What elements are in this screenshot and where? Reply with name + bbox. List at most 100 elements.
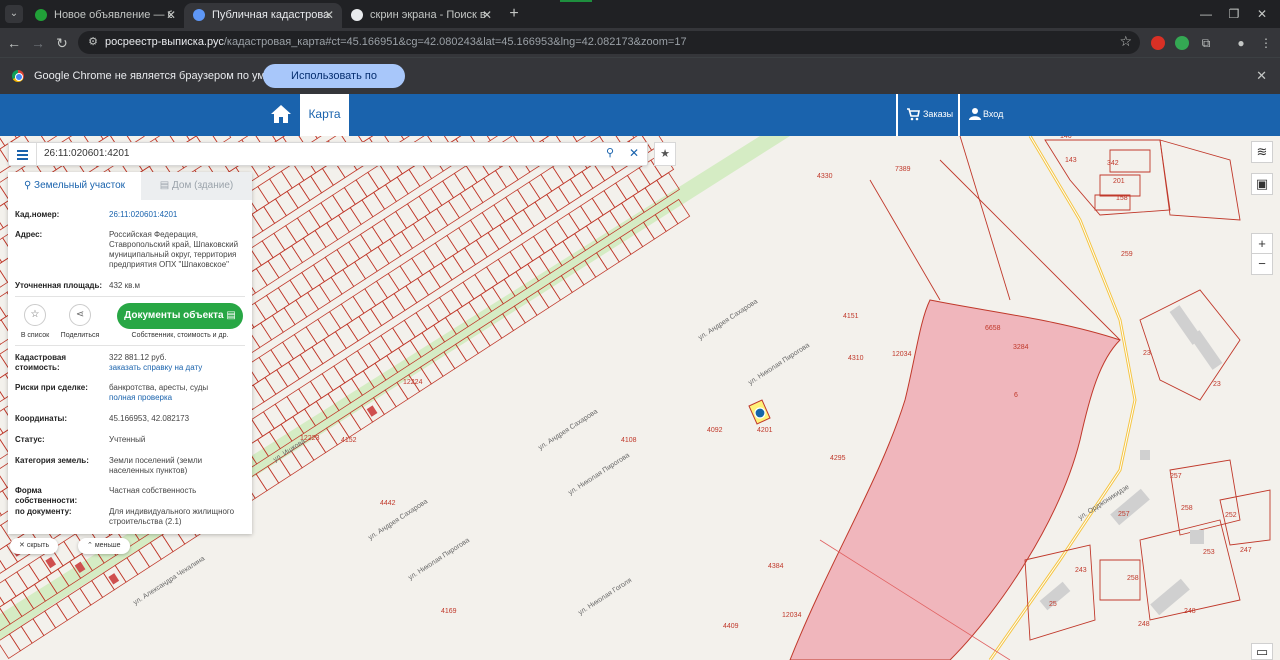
profile-icon[interactable]: ● (1233, 35, 1249, 51)
parcel-label: 258 (1127, 575, 1139, 582)
location-marker (754, 407, 766, 419)
parcel-label: 25 (1049, 601, 1057, 608)
user-icon[interactable] (968, 107, 982, 121)
chrome-menu-icon[interactable]: ⋮ (1258, 35, 1274, 51)
parcel-label: 143 (1065, 157, 1077, 164)
close-icon[interactable]: ✕ (166, 3, 176, 27)
cad-number-link[interactable]: 26:11:020601:4201 (109, 210, 247, 220)
nav-map[interactable]: Карта (300, 94, 349, 136)
parcel-label: 23 (1213, 381, 1221, 388)
panel-tabs: ⚲ Земельный участок ▤ Дом (здание) (8, 172, 252, 200)
order-certificate-link[interactable]: заказать справку на дату (109, 363, 202, 372)
site-info-icon[interactable]: ⚙ (86, 35, 100, 49)
documents-subtitle: Собственник, стоимость и др. (131, 332, 229, 339)
close-icon[interactable]: ✕ (324, 3, 334, 27)
parcel-label: 3284 (1013, 344, 1029, 351)
parcel-label: 257 (1170, 473, 1182, 480)
ruler-icon[interactable]: ▭ (1251, 643, 1273, 660)
tab-google-search[interactable]: скрин экрана - Поиск в Google ✕ (342, 3, 500, 28)
parcel-label: 4092 (707, 427, 723, 434)
restore-icon[interactable]: ❐ (1224, 5, 1244, 23)
new-tab-button[interactable]: + (504, 4, 524, 24)
tab-land-plot[interactable]: ⚲ Земельный участок (8, 172, 141, 200)
clear-search-icon[interactable]: ✕ (627, 146, 641, 160)
hide-panel-button[interactable]: ✕ скрыть (10, 538, 59, 554)
tab-search-button[interactable]: ⌄ (5, 5, 23, 23)
tab-title: Новое объявление — Объявления (54, 9, 172, 21)
chrome-logo-icon (12, 70, 24, 82)
parcel-label: 4169 (441, 608, 457, 615)
google-icon (351, 9, 363, 21)
forward-icon[interactable]: → (28, 33, 48, 53)
tab-new-listing[interactable]: Новое объявление — Объявления ✕ (26, 3, 184, 28)
parcel-label: 201 (1113, 178, 1125, 185)
browser-tabstrip: ⌄ Новое объявление — Объявления ✕ Публич… (0, 0, 1280, 28)
parcel-label: 4409 (723, 623, 739, 630)
parcel-label: 4295 (830, 455, 846, 462)
parcel-label: 4384 (768, 563, 784, 570)
extension-icon[interactable] (1175, 36, 1189, 50)
search-icon[interactable]: ⚲ (603, 146, 617, 160)
divider (15, 296, 245, 297)
site-header: Карта Заказы Вход (0, 94, 1280, 136)
browser-toolbar: ← → ↻ ⚙ росреестр-выписка.рус/кадастрова… (0, 28, 1280, 57)
parcel-label: 252 (1225, 512, 1237, 519)
full-check-link[interactable]: полная проверка (109, 393, 172, 402)
parcel-label: 257 (1118, 511, 1130, 518)
layers-icon[interactable]: ≋ (1251, 141, 1273, 163)
tab-title: Публичная кадастровая карта (212, 9, 330, 21)
parcel-label: 243 (1075, 567, 1087, 574)
parcel-label: 6658 (985, 325, 1001, 332)
less-button[interactable]: ⌃ меньше (78, 538, 130, 554)
infobar-close-icon[interactable]: ✕ (1256, 58, 1267, 94)
basemap-icon[interactable]: ▣ (1251, 173, 1273, 195)
close-icon[interactable]: ✕ (482, 3, 492, 27)
back-icon[interactable]: ← (4, 33, 24, 53)
nav-orders[interactable]: Заказы (923, 94, 953, 134)
extensions-puzzle-icon[interactable]: ⧉ (1198, 35, 1214, 51)
parcel-label: 146 (1060, 136, 1072, 140)
favorites-star-button[interactable]: ★ (654, 142, 676, 166)
parcel-label: 258 (1181, 505, 1193, 512)
download-indicator (560, 0, 592, 2)
reload-icon[interactable]: ↻ (52, 33, 72, 53)
search-bar: 26:11:020601:4201 ⚲ ✕ (8, 142, 648, 166)
star-icon: ☆ (24, 304, 46, 326)
parcel-label: 6 (1014, 392, 1018, 399)
parcel-label: 4201 (757, 427, 773, 434)
parcel-label: 12034 (892, 351, 912, 358)
add-to-list-button[interactable]: ☆ В список (10, 304, 60, 339)
home-icon[interactable] (270, 104, 292, 124)
nav-login[interactable]: Вход (983, 94, 1003, 134)
parcel-label: 12224 (403, 379, 423, 386)
tab-favicon (193, 9, 205, 21)
share-button[interactable]: ⋖ Поделиться (55, 304, 105, 339)
parcel-label: 253 (1203, 549, 1215, 556)
extension-icon[interactable] (1151, 36, 1165, 50)
zoom-out-button[interactable]: − (1251, 253, 1273, 275)
bookmark-star-icon[interactable]: ☆ (1119, 33, 1132, 50)
menu-icon[interactable] (9, 143, 37, 165)
parcel-label: 259 (1121, 251, 1133, 258)
parcel-label: 4152 (341, 437, 357, 444)
parcel-label: 4108 (621, 437, 637, 444)
parcel-label: 248 (1184, 608, 1196, 615)
header-divider (958, 94, 960, 136)
cart-icon[interactable] (906, 107, 920, 121)
parcel-label: 23 (1143, 350, 1151, 357)
tab-building[interactable]: ▤ Дом (здание) (141, 172, 252, 200)
documents-button[interactable]: Документы объекта ▤ (117, 303, 243, 329)
zoom-in-button[interactable]: + (1251, 233, 1273, 255)
parcel-label: 4151 (843, 313, 859, 320)
address-bar[interactable]: ⚙ росреестр-выписка.рус/кадастровая_карт… (78, 31, 1140, 54)
parcel-label: 4442 (380, 500, 396, 507)
window-close-icon[interactable]: ✕ (1252, 5, 1272, 23)
minimize-icon[interactable]: — (1196, 5, 1216, 23)
parcel-label: 247 (1240, 547, 1252, 554)
parcel-label: 342 (1107, 160, 1119, 167)
tab-cadastral-map[interactable]: Публичная кадастровая карта ✕ (184, 3, 342, 28)
url-text[interactable]: росреестр-выписка.рус/кадастровая_карта#… (105, 31, 687, 54)
search-input[interactable]: 26:11:020601:4201 (44, 143, 129, 165)
set-default-button[interactable]: Использовать по умолчанию (263, 64, 405, 106)
tab-title: скрин экрана - Поиск в Google (370, 9, 488, 21)
